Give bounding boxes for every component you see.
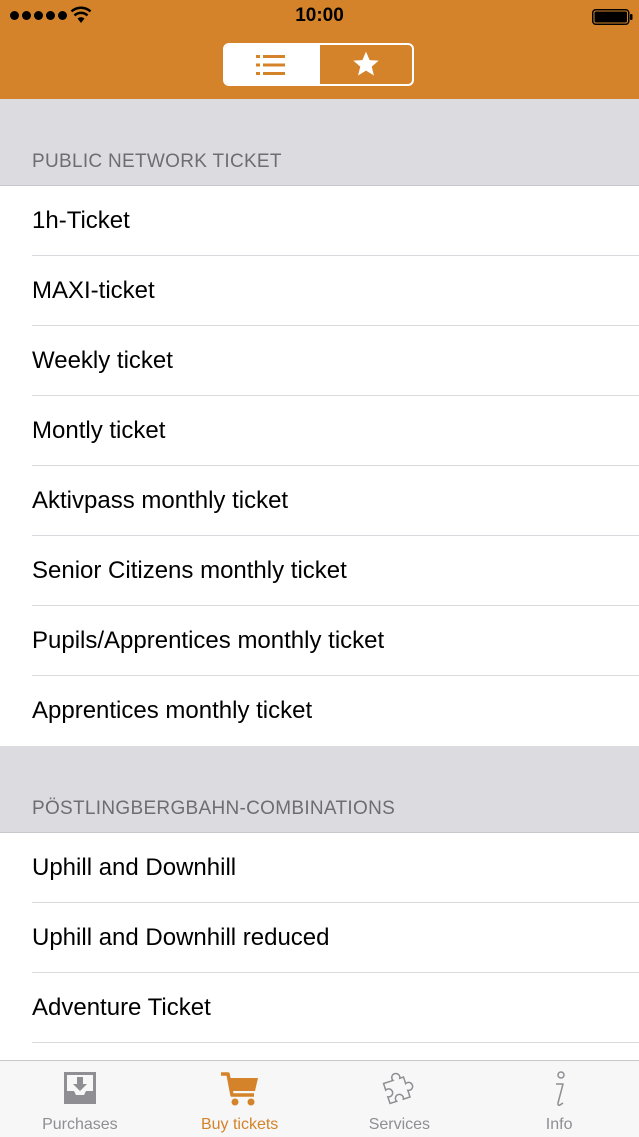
- list-item[interactable]: Pupils/Apprentices monthly ticket: [0, 606, 639, 676]
- section-rows: 1h-Ticket MAXI-ticket Weekly ticket Mont…: [0, 185, 639, 746]
- tab-label: Info: [545, 1116, 573, 1133]
- list-item[interactable]: MAXI-ticket: [0, 256, 639, 326]
- list-item-label: Adventure Ticket: [32, 994, 211, 1021]
- list-item[interactable]: Uphill and Downhill: [0, 833, 639, 903]
- purchases-tray-icon: [63, 1072, 96, 1104]
- list-item-label: Uphill and Downhill reduced: [32, 924, 330, 951]
- list-item-label: Apprentices monthly ticket: [32, 697, 313, 724]
- list-item[interactable]: [0, 1043, 639, 1060]
- tab-label: Buy tickets: [200, 1116, 279, 1133]
- tab-services[interactable]: Services: [320, 1061, 480, 1137]
- tab-purchases[interactable]: Purchases: [0, 1061, 160, 1137]
- tab-bar: Purchases Buy tickets Services Info: [0, 1060, 639, 1137]
- tab-buy-tickets[interactable]: Buy tickets: [160, 1061, 320, 1137]
- list-item[interactable]: Aktivpass monthly ticket: [0, 466, 639, 536]
- segment-favorites[interactable]: [317, 45, 413, 84]
- view-segmented-control: [223, 43, 414, 86]
- tab-label: Purchases: [42, 1116, 118, 1133]
- ticket-list[interactable]: PUBLIC NETWORK TICKET 1h-Ticket MAXI-tic…: [0, 99, 639, 1060]
- list-item-label: MAXI-ticket: [32, 277, 155, 304]
- star-icon: [353, 51, 379, 76]
- section-header: PUBLIC NETWORK TICKET: [0, 99, 639, 185]
- list-item-label: Pupils/Apprentices monthly ticket: [32, 627, 385, 654]
- section-title: PÖSTLINGBERGBAHN-COMBINATIONS: [32, 798, 396, 819]
- list-item[interactable]: Senior Citizens monthly ticket: [0, 536, 639, 606]
- list-item-label: 1h-Ticket: [32, 207, 130, 234]
- info-icon: [556, 1071, 565, 1106]
- list-item[interactable]: Adventure Ticket: [0, 973, 639, 1043]
- list-icon: [256, 54, 286, 75]
- list-item[interactable]: Montly ticket: [0, 396, 639, 466]
- list-item-label: Montly ticket: [32, 417, 166, 444]
- list-item[interactable]: Uphill and Downhill reduced: [0, 903, 639, 973]
- section-title: PUBLIC NETWORK TICKET: [32, 151, 282, 172]
- list-item[interactable]: Apprentices monthly ticket: [0, 676, 639, 746]
- section-rows: Uphill and Downhill Uphill and Downhill …: [0, 832, 639, 1060]
- tab-info[interactable]: Info: [479, 1061, 639, 1137]
- list-item-label: Aktivpass monthly ticket: [32, 487, 289, 514]
- battery-icon: [592, 9, 633, 25]
- cart-icon: [220, 1072, 258, 1106]
- list-item-label: Senior Citizens monthly ticket: [32, 557, 347, 584]
- status-bar: 10:00: [0, 0, 639, 34]
- list-item[interactable]: Weekly ticket: [0, 326, 639, 396]
- segment-list[interactable]: [225, 45, 318, 84]
- list-item-label: Weekly ticket: [32, 347, 173, 374]
- status-time: 10:00: [295, 5, 344, 26]
- tab-label: Services: [368, 1116, 431, 1133]
- list-item[interactable]: 1h-Ticket: [0, 186, 639, 256]
- puzzle-icon: [382, 1072, 414, 1105]
- list-item-label: Uphill and Downhill: [32, 854, 237, 881]
- header: 10:00: [0, 0, 639, 99]
- section-header: PÖSTLINGBERGBAHN-COMBINATIONS: [0, 746, 639, 832]
